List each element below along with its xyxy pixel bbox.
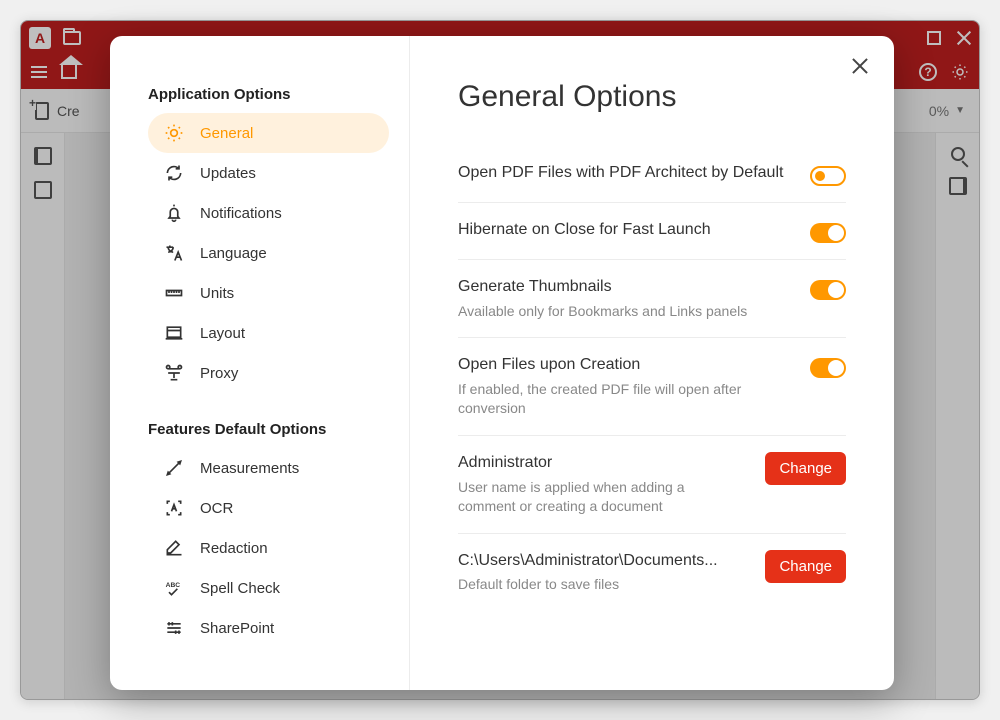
sharepoint-icon	[164, 618, 184, 638]
change-username-button[interactable]: Change	[765, 452, 846, 485]
sidebar-label: OCR	[200, 500, 233, 517]
toggle-default-open[interactable]	[810, 166, 846, 186]
option-open-on-create: Open Files upon Creation If enabled, the…	[458, 338, 846, 436]
redaction-icon	[164, 538, 184, 558]
ruler-icon	[164, 283, 184, 303]
bell-icon	[164, 203, 184, 223]
section-title-app-options: Application Options	[148, 86, 409, 103]
sidebar-label: Measurements	[200, 460, 299, 477]
spellcheck-icon: ABC	[164, 578, 184, 598]
sidebar-label: General	[200, 125, 253, 142]
option-title: C:\Users\Administrator\Documents...	[458, 550, 745, 572]
option-username: Administrator User name is applied when …	[458, 436, 846, 534]
option-title: Generate Thumbnails	[458, 276, 790, 298]
option-hibernate: Hibernate on Close for Fast Launch	[458, 203, 846, 260]
sidebar-label: Language	[200, 245, 267, 262]
sidebar-item-ocr[interactable]: OCR	[148, 488, 389, 528]
sidebar-label: Notifications	[200, 205, 282, 222]
sidebar-item-language[interactable]: Language	[148, 233, 389, 273]
sidebar-item-measurements[interactable]: Measurements	[148, 448, 389, 488]
ocr-icon	[164, 498, 184, 518]
gear-icon	[164, 123, 184, 143]
sidebar-item-units[interactable]: Units	[148, 273, 389, 313]
change-folder-button[interactable]: Change	[765, 550, 846, 583]
sidebar-label: Proxy	[200, 365, 238, 382]
sidebar-item-layout[interactable]: Layout	[148, 313, 389, 353]
sidebar-label: Redaction	[200, 540, 268, 557]
sync-icon	[164, 163, 184, 183]
option-subtitle: Default folder to save files	[458, 575, 745, 595]
option-default-open: Open PDF Files with PDF Architect by Def…	[458, 146, 846, 203]
option-subtitle: If enabled, the created PDF file will op…	[458, 380, 790, 419]
translate-icon	[164, 243, 184, 263]
options-dialog: Application Options General Updates Noti…	[110, 36, 894, 690]
option-title: Administrator	[458, 452, 745, 474]
option-title: Hibernate on Close for Fast Launch	[458, 219, 790, 241]
sidebar-label: Updates	[200, 165, 256, 182]
section-title-features: Features Default Options	[148, 421, 409, 438]
options-main-panel: General Options Open PDF Files with PDF …	[410, 36, 894, 690]
toggle-hibernate[interactable]	[810, 223, 846, 243]
panel-heading: General Options	[458, 80, 846, 114]
options-sidebar: Application Options General Updates Noti…	[110, 36, 410, 690]
sidebar-label: Spell Check	[200, 580, 280, 597]
option-subtitle: Available only for Bookmarks and Links p…	[458, 302, 790, 322]
toggle-open-on-create[interactable]	[810, 358, 846, 378]
close-button[interactable]	[850, 56, 870, 76]
option-thumbnails: Generate Thumbnails Available only for B…	[458, 260, 846, 338]
sidebar-item-sharepoint[interactable]: SharePoint	[148, 608, 389, 648]
sidebar-label: SharePoint	[200, 620, 274, 637]
sidebar-item-updates[interactable]: Updates	[148, 153, 389, 193]
svg-text:ABC: ABC	[166, 582, 181, 589]
sidebar-label: Layout	[200, 325, 245, 342]
option-title: Open Files upon Creation	[458, 354, 790, 376]
layout-icon	[164, 323, 184, 343]
option-default-folder: C:\Users\Administrator\Documents... Defa…	[458, 534, 846, 611]
sidebar-item-notifications[interactable]: Notifications	[148, 193, 389, 233]
measure-icon	[164, 458, 184, 478]
sidebar-item-spellcheck[interactable]: ABC Spell Check	[148, 568, 389, 608]
sidebar-item-general[interactable]: General	[148, 113, 389, 153]
option-subtitle: User name is applied when adding a comme…	[458, 478, 745, 517]
toggle-thumbnails[interactable]	[810, 280, 846, 300]
network-icon	[164, 363, 184, 383]
sidebar-item-proxy[interactable]: Proxy	[148, 353, 389, 393]
sidebar-label: Units	[200, 285, 234, 302]
sidebar-item-redaction[interactable]: Redaction	[148, 528, 389, 568]
option-title: Open PDF Files with PDF Architect by Def…	[458, 162, 790, 184]
